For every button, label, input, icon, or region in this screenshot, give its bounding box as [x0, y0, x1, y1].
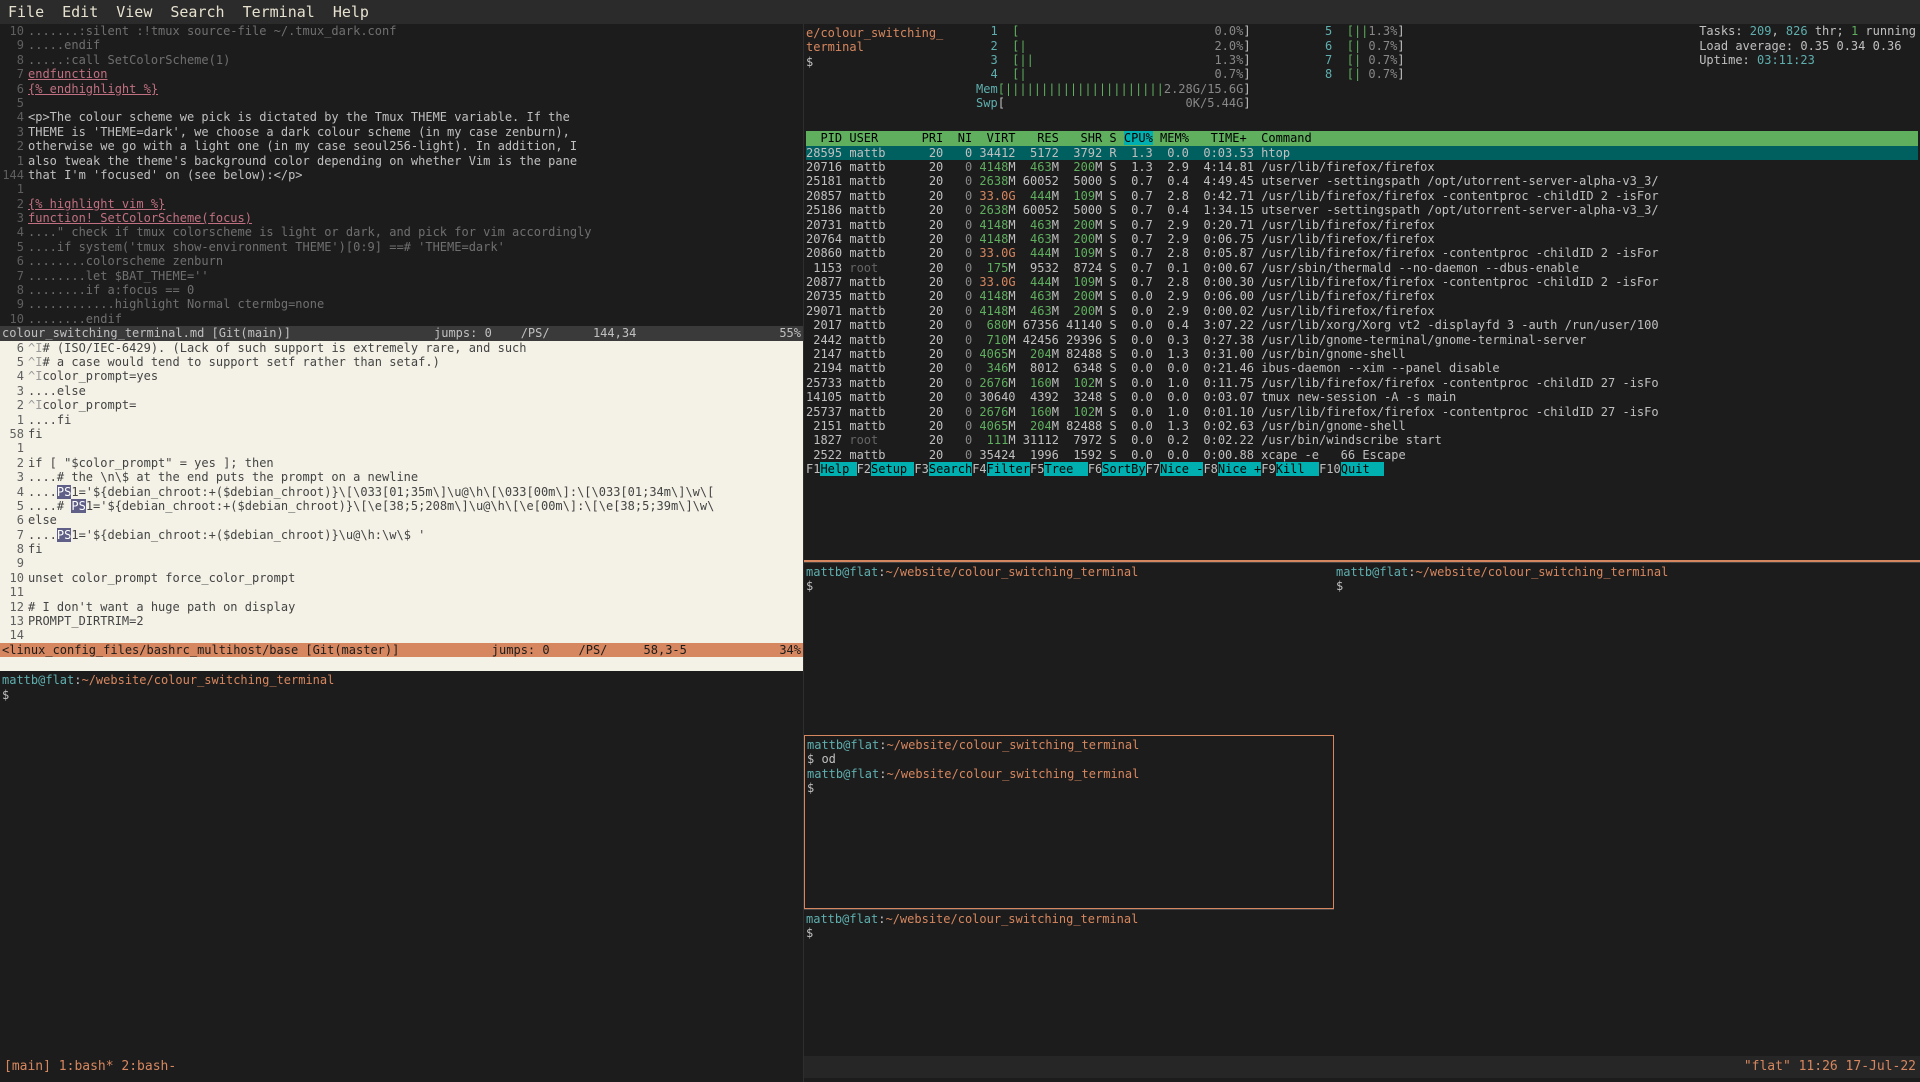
vim-pane[interactable]: 10.......:silent :!tmux source-file ~/.t…	[0, 24, 804, 1082]
tmux-workspace: 10.......:silent :!tmux source-file ~/.t…	[0, 24, 1920, 1056]
menu-help[interactable]: Help	[333, 3, 369, 21]
menu-search[interactable]: Search	[170, 3, 224, 21]
prompt-host: mattb@flat	[2, 673, 74, 687]
prompt-ps[interactable]: $	[2, 688, 801, 702]
vim-statusline-bottom: <linux_config_files/bashrc_multihost/bas…	[0, 643, 803, 657]
prompt-ps[interactable]: $	[1336, 579, 1918, 593]
status-left: <linux_config_files/bashrc_multihost/bas…	[2, 643, 399, 657]
mid-terminals: mattb@flat:~/website/colour_switching_te…	[804, 562, 1334, 1082]
prompt-path: ~/website/colour_switching_terminal	[886, 738, 1139, 752]
right-terminals: mattb@flat:~/website/colour_switching_te…	[1334, 562, 1920, 1082]
prompt-ps[interactable]: $	[806, 579, 1332, 593]
tmux-clock: "flat" 11:26 17-Jul-22	[1744, 1059, 1916, 1075]
menu-file[interactable]: File	[8, 3, 44, 21]
prompt-path: ~/website/colour_switching_terminal	[885, 565, 1138, 579]
terminal-mid-top[interactable]: mattb@flat:~/website/colour_switching_te…	[804, 562, 1334, 735]
prompt-path: ~/website/colour_switching_terminal	[886, 767, 1139, 781]
menu-edit[interactable]: Edit	[62, 3, 98, 21]
terminal-mid-bottom[interactable]: mattb@flat:~/website/colour_switching_te…	[804, 909, 1334, 1082]
htop-title-a: e/colour_switching_	[806, 26, 943, 40]
left-terminal[interactable]: mattb@flat:~/website/colour_switching_te…	[0, 671, 803, 1082]
prompt-path: ~/website/colour_switching_terminal	[1415, 565, 1668, 579]
cmd-line: $ od	[807, 752, 1331, 766]
status-right: 34%	[779, 643, 801, 657]
menu-view[interactable]: View	[116, 3, 152, 21]
tmux-windows[interactable]: [main] 1:bash* 2:bash-	[4, 1059, 176, 1075]
menu-terminal[interactable]: Terminal	[243, 3, 315, 21]
status-mid: jumps: 0 /PS/ 58,3-5	[492, 643, 687, 657]
app-menubar[interactable]: File Edit View Search Terminal Help	[0, 0, 1920, 24]
prompt-ps[interactable]: $	[807, 781, 1331, 795]
status-mid: jumps: 0 /PS/ 144,34	[434, 326, 636, 340]
prompt-ps[interactable]: $	[806, 926, 1332, 940]
htop-title-b: terminal	[806, 40, 864, 54]
terminal-mid-active[interactable]: mattb@flat:~/website/colour_switching_te…	[804, 735, 1334, 909]
prompt-path: ~/website/colour_switching_terminal	[885, 912, 1138, 926]
prompt-path: ~/website/colour_switching_terminal	[81, 673, 334, 687]
htop-pane[interactable]: e/colour_switching_ terminal $ 1 [0.0%] …	[804, 24, 1920, 562]
status-right: 55%	[779, 326, 801, 340]
vim-buffer-markdown[interactable]: 10.......:silent :!tmux source-file ~/.t…	[0, 24, 803, 326]
vim-buffer-bashrc[interactable]: 6^I# (ISO/IEC-6429). (Lack of such suppo…	[0, 341, 803, 643]
status-left: colour_switching_terminal.md [Git(main)]	[2, 326, 291, 340]
vim-cmdline-light[interactable]	[0, 657, 803, 671]
terminal-right[interactable]: mattb@flat:~/website/colour_switching_te…	[1334, 562, 1920, 1082]
vim-statusline-top: colour_switching_terminal.md [Git(main)]…	[0, 326, 803, 340]
